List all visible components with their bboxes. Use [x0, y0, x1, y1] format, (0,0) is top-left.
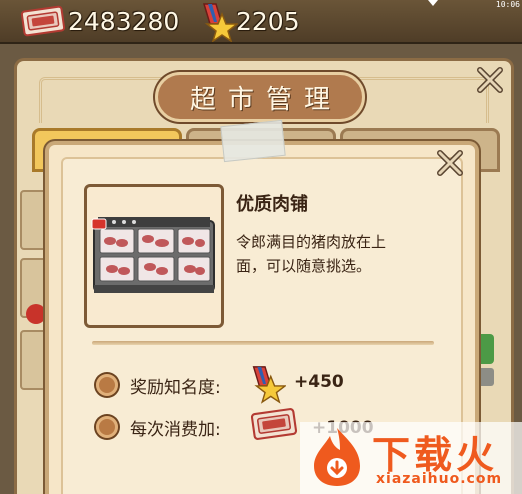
- signal-icon: [428, 0, 438, 6]
- bullet-icon: [96, 416, 118, 438]
- bullet-icon: [96, 374, 118, 396]
- fame-star-icon: [202, 3, 238, 42]
- reward-label: 每次消费加:: [130, 420, 221, 440]
- flame-logo-icon: [314, 428, 360, 486]
- fame-amount: 2205: [236, 7, 300, 36]
- watermark: 下载火 xiazaihuo.com: [300, 422, 522, 494]
- money-bill-icon: [250, 408, 298, 440]
- section-divider: [92, 341, 434, 345]
- currency-bar: 2483280 2205 10:06: [0, 0, 522, 44]
- status-time: 10:06: [495, 0, 520, 9]
- tape-decoration: [220, 119, 286, 163]
- popup-close-icon[interactable]: [434, 147, 466, 179]
- item-image-frame: [84, 184, 224, 328]
- supermarket-title-plate: 超市管理: [155, 72, 365, 122]
- fame-star-icon: [252, 366, 286, 404]
- item-description: 令郎满目的猪肉放在上面，可以随意挑选。: [236, 233, 387, 275]
- reward-value: +450: [294, 372, 344, 392]
- money-bill-icon: [20, 5, 66, 37]
- supermarket-title: 超市管理: [189, 84, 342, 115]
- watermark-url: xiazaihuo.com: [376, 471, 503, 487]
- reward-label: 奖励知名度:: [130, 378, 221, 398]
- background-red-badge: [26, 304, 46, 324]
- item-name: 优质肉铺: [236, 194, 308, 215]
- money-amount: 2483280: [68, 7, 180, 36]
- meat-shop-icon: [91, 217, 215, 293]
- supermarket-close-icon[interactable]: [474, 64, 506, 96]
